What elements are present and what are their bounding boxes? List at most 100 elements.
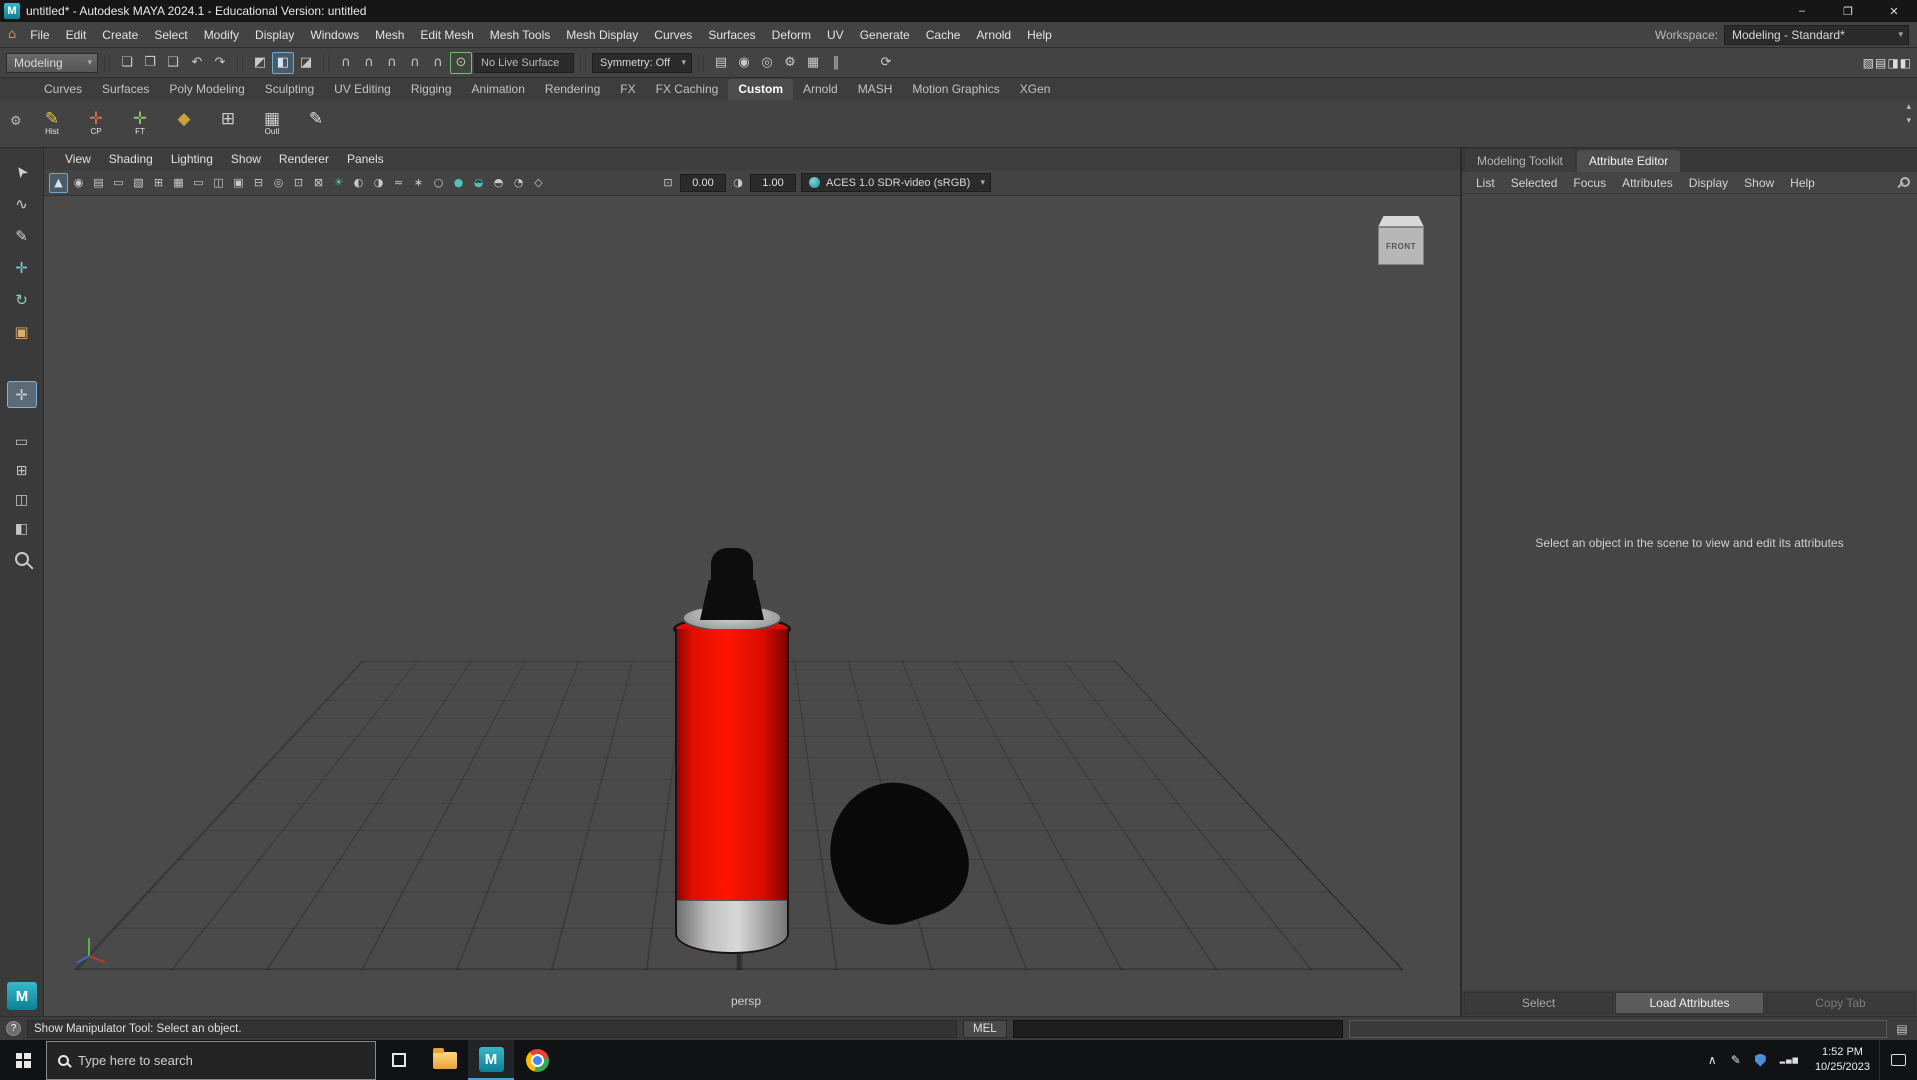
viewport-menu-renderer[interactable]: Renderer xyxy=(270,152,338,166)
ambient-occlusion-icon[interactable]: ◑ xyxy=(369,173,388,193)
select-tool-button[interactable]: ➤ xyxy=(7,158,37,185)
plane-shelf-button[interactable]: ⊞ xyxy=(210,110,246,129)
ae-menu-focus[interactable]: Focus xyxy=(1565,176,1614,190)
shelf-tab-uv-editing[interactable]: UV Editing xyxy=(324,79,401,100)
safe-action-icon[interactable]: ◎ xyxy=(269,173,288,193)
can-metal-band[interactable] xyxy=(677,900,787,952)
start-button[interactable] xyxy=(0,1040,46,1080)
menu-file[interactable]: File xyxy=(22,28,57,42)
shelf-tab-rigging[interactable]: Rigging xyxy=(401,79,462,100)
lock-camera-icon[interactable]: ◉ xyxy=(69,173,88,193)
isolate-select-icon[interactable]: ◇ xyxy=(529,173,548,193)
lasso-tool-button[interactable]: ∿ xyxy=(7,190,37,217)
viewport-scene[interactable]: FRONT persp xyxy=(44,196,1460,1016)
scale-tool-button[interactable]: ▣ xyxy=(7,318,37,345)
minimize-button[interactable]: – xyxy=(1779,0,1825,22)
select-button[interactable]: Select xyxy=(1464,992,1613,1014)
menu-curves[interactable]: Curves xyxy=(646,28,700,42)
field-chart-icon[interactable]: ⊟ xyxy=(249,173,268,193)
xray-icon[interactable]: ◔ xyxy=(509,173,528,193)
menu-surfaces[interactable]: Surfaces xyxy=(700,28,763,42)
exposure-field[interactable] xyxy=(680,174,726,192)
network-icon[interactable]: ▂▄▆ xyxy=(1773,1040,1806,1080)
paint-select-tool-button[interactable]: ✎ xyxy=(7,222,37,249)
ae-menu-list[interactable]: List xyxy=(1468,176,1503,190)
pin-icon[interactable] xyxy=(1895,177,1907,189)
menu-modify[interactable]: Modify xyxy=(196,28,247,42)
pencil-shelf-button[interactable]: ✎ xyxy=(298,110,334,129)
shelf-scroll-down-icon[interactable]: ▾ xyxy=(1906,116,1911,126)
action-center-button[interactable] xyxy=(1879,1040,1917,1080)
menu-edit-mesh[interactable]: Edit Mesh xyxy=(412,28,481,42)
snap-view-plane-icon[interactable]: ∩ xyxy=(427,52,449,74)
menu-set-dropdown[interactable]: Modeling ▾ xyxy=(6,53,98,73)
cp-shelf-button[interactable]: ✛CP xyxy=(78,110,114,137)
ae-menu-attributes[interactable]: Attributes xyxy=(1614,176,1681,190)
hidden-icons-chevron[interactable]: ∧ xyxy=(1701,1040,1724,1080)
menu-deform[interactable]: Deform xyxy=(764,28,819,42)
group-separator[interactable] xyxy=(323,54,329,72)
render-settings-icon[interactable]: ⚙ xyxy=(779,52,801,74)
task-view-button[interactable] xyxy=(376,1040,422,1080)
exposure-icon[interactable]: ⊡ xyxy=(659,174,677,192)
toggle-attribute-editor-icon[interactable]: ◨ xyxy=(1887,56,1898,70)
bookmark-icon[interactable]: ▭ xyxy=(109,173,128,193)
layout-split-pane-button[interactable]: ◫ xyxy=(8,488,36,512)
motion-blur-icon[interactable]: ≈ xyxy=(389,173,408,193)
select-hierarchy-icon[interactable]: ◩ xyxy=(249,52,271,74)
shadows-icon[interactable]: ◐ xyxy=(349,173,368,193)
shelf-tab-surfaces[interactable]: Surfaces xyxy=(92,79,159,100)
ipr-render-icon[interactable]: ◎ xyxy=(756,52,778,74)
menu-help[interactable]: Help xyxy=(1019,28,1060,42)
save-scene-icon[interactable]: ❑ xyxy=(162,52,184,74)
menu-mesh[interactable]: Mesh xyxy=(367,28,412,42)
windows-ink-icon[interactable]: ✎ xyxy=(1724,1040,1748,1080)
menu-cache[interactable]: Cache xyxy=(918,28,969,42)
two-d-pan-zoom-icon[interactable]: ⊞ xyxy=(149,173,168,193)
shelf-tab-fx-caching[interactable]: FX Caching xyxy=(646,79,729,100)
toggle-tool-settings-icon[interactable]: ◧ xyxy=(1900,56,1911,70)
snap-grid-icon[interactable]: ∩ xyxy=(335,52,357,74)
colorspace-dropdown[interactable]: ACES 1.0 SDR-video (sRGB) ▾ xyxy=(801,173,991,192)
move-tool-button[interactable]: ✛ xyxy=(7,254,37,281)
file-explorer-button[interactable] xyxy=(422,1040,468,1080)
camera-attributes-icon[interactable]: ▤ xyxy=(89,173,108,193)
copy-tab-button[interactable]: Copy Tab xyxy=(1766,992,1915,1014)
menu-create[interactable]: Create xyxy=(94,28,146,42)
image-plane-icon[interactable]: ▧ xyxy=(129,173,148,193)
snap-point-icon[interactable]: ∩ xyxy=(381,52,403,74)
load-attributes-button[interactable]: Load Attributes xyxy=(1615,992,1764,1014)
symmetry-dropdown[interactable]: Symmetry: Off ▾ xyxy=(592,53,692,73)
taskbar-clock[interactable]: 1:52 PM 10/25/2023 xyxy=(1806,1045,1879,1076)
toggle-channel-box-icon[interactable]: ▤ xyxy=(1875,56,1886,70)
shelf-tab-motion-graphics[interactable]: Motion Graphics xyxy=(902,79,1009,100)
undo-icon[interactable]: ↶ xyxy=(186,52,208,74)
viewport-menu-show[interactable]: Show xyxy=(222,152,270,166)
shelf-tab-sculpting[interactable]: Sculpting xyxy=(255,79,324,100)
can-nozzle[interactable] xyxy=(711,548,753,586)
live-surface-field[interactable]: No Live Surface xyxy=(474,53,574,73)
shelf-tab-fx[interactable]: FX xyxy=(610,79,645,100)
use-default-material-icon[interactable]: ◓ xyxy=(489,173,508,193)
safe-title-icon[interactable]: ⊡ xyxy=(289,173,308,193)
gamma-icon[interactable]: ◑ xyxy=(729,174,747,192)
rotate-tool-button[interactable]: ↻ xyxy=(7,286,37,313)
menu-select[interactable]: Select xyxy=(146,28,195,42)
workspace-dropdown[interactable]: Modeling - Standard* ▾ xyxy=(1724,25,1909,45)
taskbar-search[interactable]: Type here to search xyxy=(46,1041,376,1080)
lighting-all-icon[interactable]: ☀ xyxy=(329,173,348,193)
menu-windows[interactable]: Windows xyxy=(302,28,367,42)
select-camera-icon[interactable]: ▲ xyxy=(49,173,68,193)
outliner-shelf-button[interactable]: ▦Outl xyxy=(254,110,290,137)
shelf-tab-custom[interactable]: Custom xyxy=(728,79,793,100)
close-button[interactable]: ✕ xyxy=(1871,0,1917,22)
menu-edit[interactable]: Edit xyxy=(58,28,95,42)
restore-button[interactable]: ❐ xyxy=(1825,0,1871,22)
layout-four-pane-button[interactable]: ⊞ xyxy=(8,459,36,483)
panel-tab-modeling-toolkit[interactable]: Modeling Toolkit xyxy=(1465,150,1575,172)
group-separator[interactable] xyxy=(698,54,704,72)
snap-curve-icon[interactable]: ∩ xyxy=(358,52,380,74)
spray-can-body[interactable] xyxy=(675,629,789,954)
new-scene-icon[interactable]: ❏ xyxy=(116,52,138,74)
shelf-tab-poly-modeling[interactable]: Poly Modeling xyxy=(159,79,254,100)
